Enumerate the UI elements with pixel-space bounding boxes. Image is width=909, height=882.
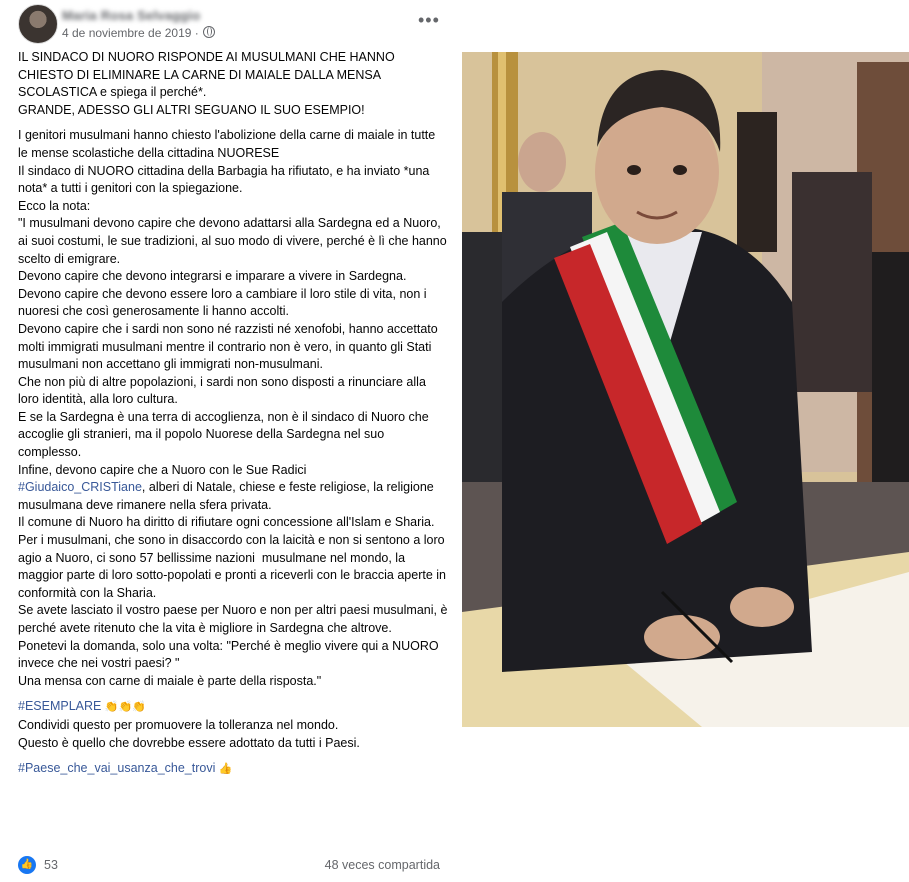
reactions-bar: 👍 53 48 veces compartida (18, 856, 448, 878)
post-text: IL SINDACO DI NUORO RISPONDE AI MUSULMAN… (18, 49, 448, 779)
post-closing: Condividi questo per promuovere la tolle… (18, 717, 360, 750)
avatar[interactable] (18, 4, 58, 44)
post-headline: IL SINDACO DI NUORO RISPONDE AI MUSULMAN… (18, 50, 395, 117)
post-photo[interactable] (462, 52, 909, 727)
like-reaction-icon[interactable]: 👍 (18, 856, 36, 874)
globe-icon (202, 26, 215, 38)
post-date[interactable]: 4 de noviembre de 2019 · (62, 26, 215, 40)
esemplare-line: #ESEMPLARE 👏👏👏 (18, 698, 448, 717)
thumb-emoji: 👍 (218, 763, 233, 776)
hashtag-paese-link[interactable]: #Paese_che_vai_usanza_che_trovi (18, 761, 215, 775)
post-photo-illustration (462, 52, 909, 727)
post-header: Maria Rosa Selvaggio 4 de noviembre de 2… (18, 4, 448, 44)
author-name[interactable]: Maria Rosa Selvaggio (62, 8, 200, 23)
post-date-text[interactable]: 4 de noviembre de 2019 · (62, 26, 199, 40)
post-body: I genitori musulmani hanno chiesto l'abo… (18, 127, 448, 690)
more-options-icon[interactable]: ••• (418, 10, 440, 31)
hashtag-giudaico-link[interactable]: #Giudaico_CRISTiane (18, 480, 142, 494)
share-count[interactable]: 48 veces compartida (325, 858, 440, 872)
clap-emoji: 👏👏👏 (104, 701, 146, 714)
reaction-count[interactable]: 53 (44, 858, 58, 872)
paese-line: #Paese_che_vai_usanza_che_trovi 👍 (18, 760, 448, 779)
post-body-part-2: , alberi di Natale, chiese e feste relig… (18, 480, 448, 688)
hashtag-esemplare-link[interactable]: #ESEMPLARE (18, 699, 101, 713)
post-body-part-1: I genitori musulmani hanno chiesto l'abo… (18, 128, 447, 477)
